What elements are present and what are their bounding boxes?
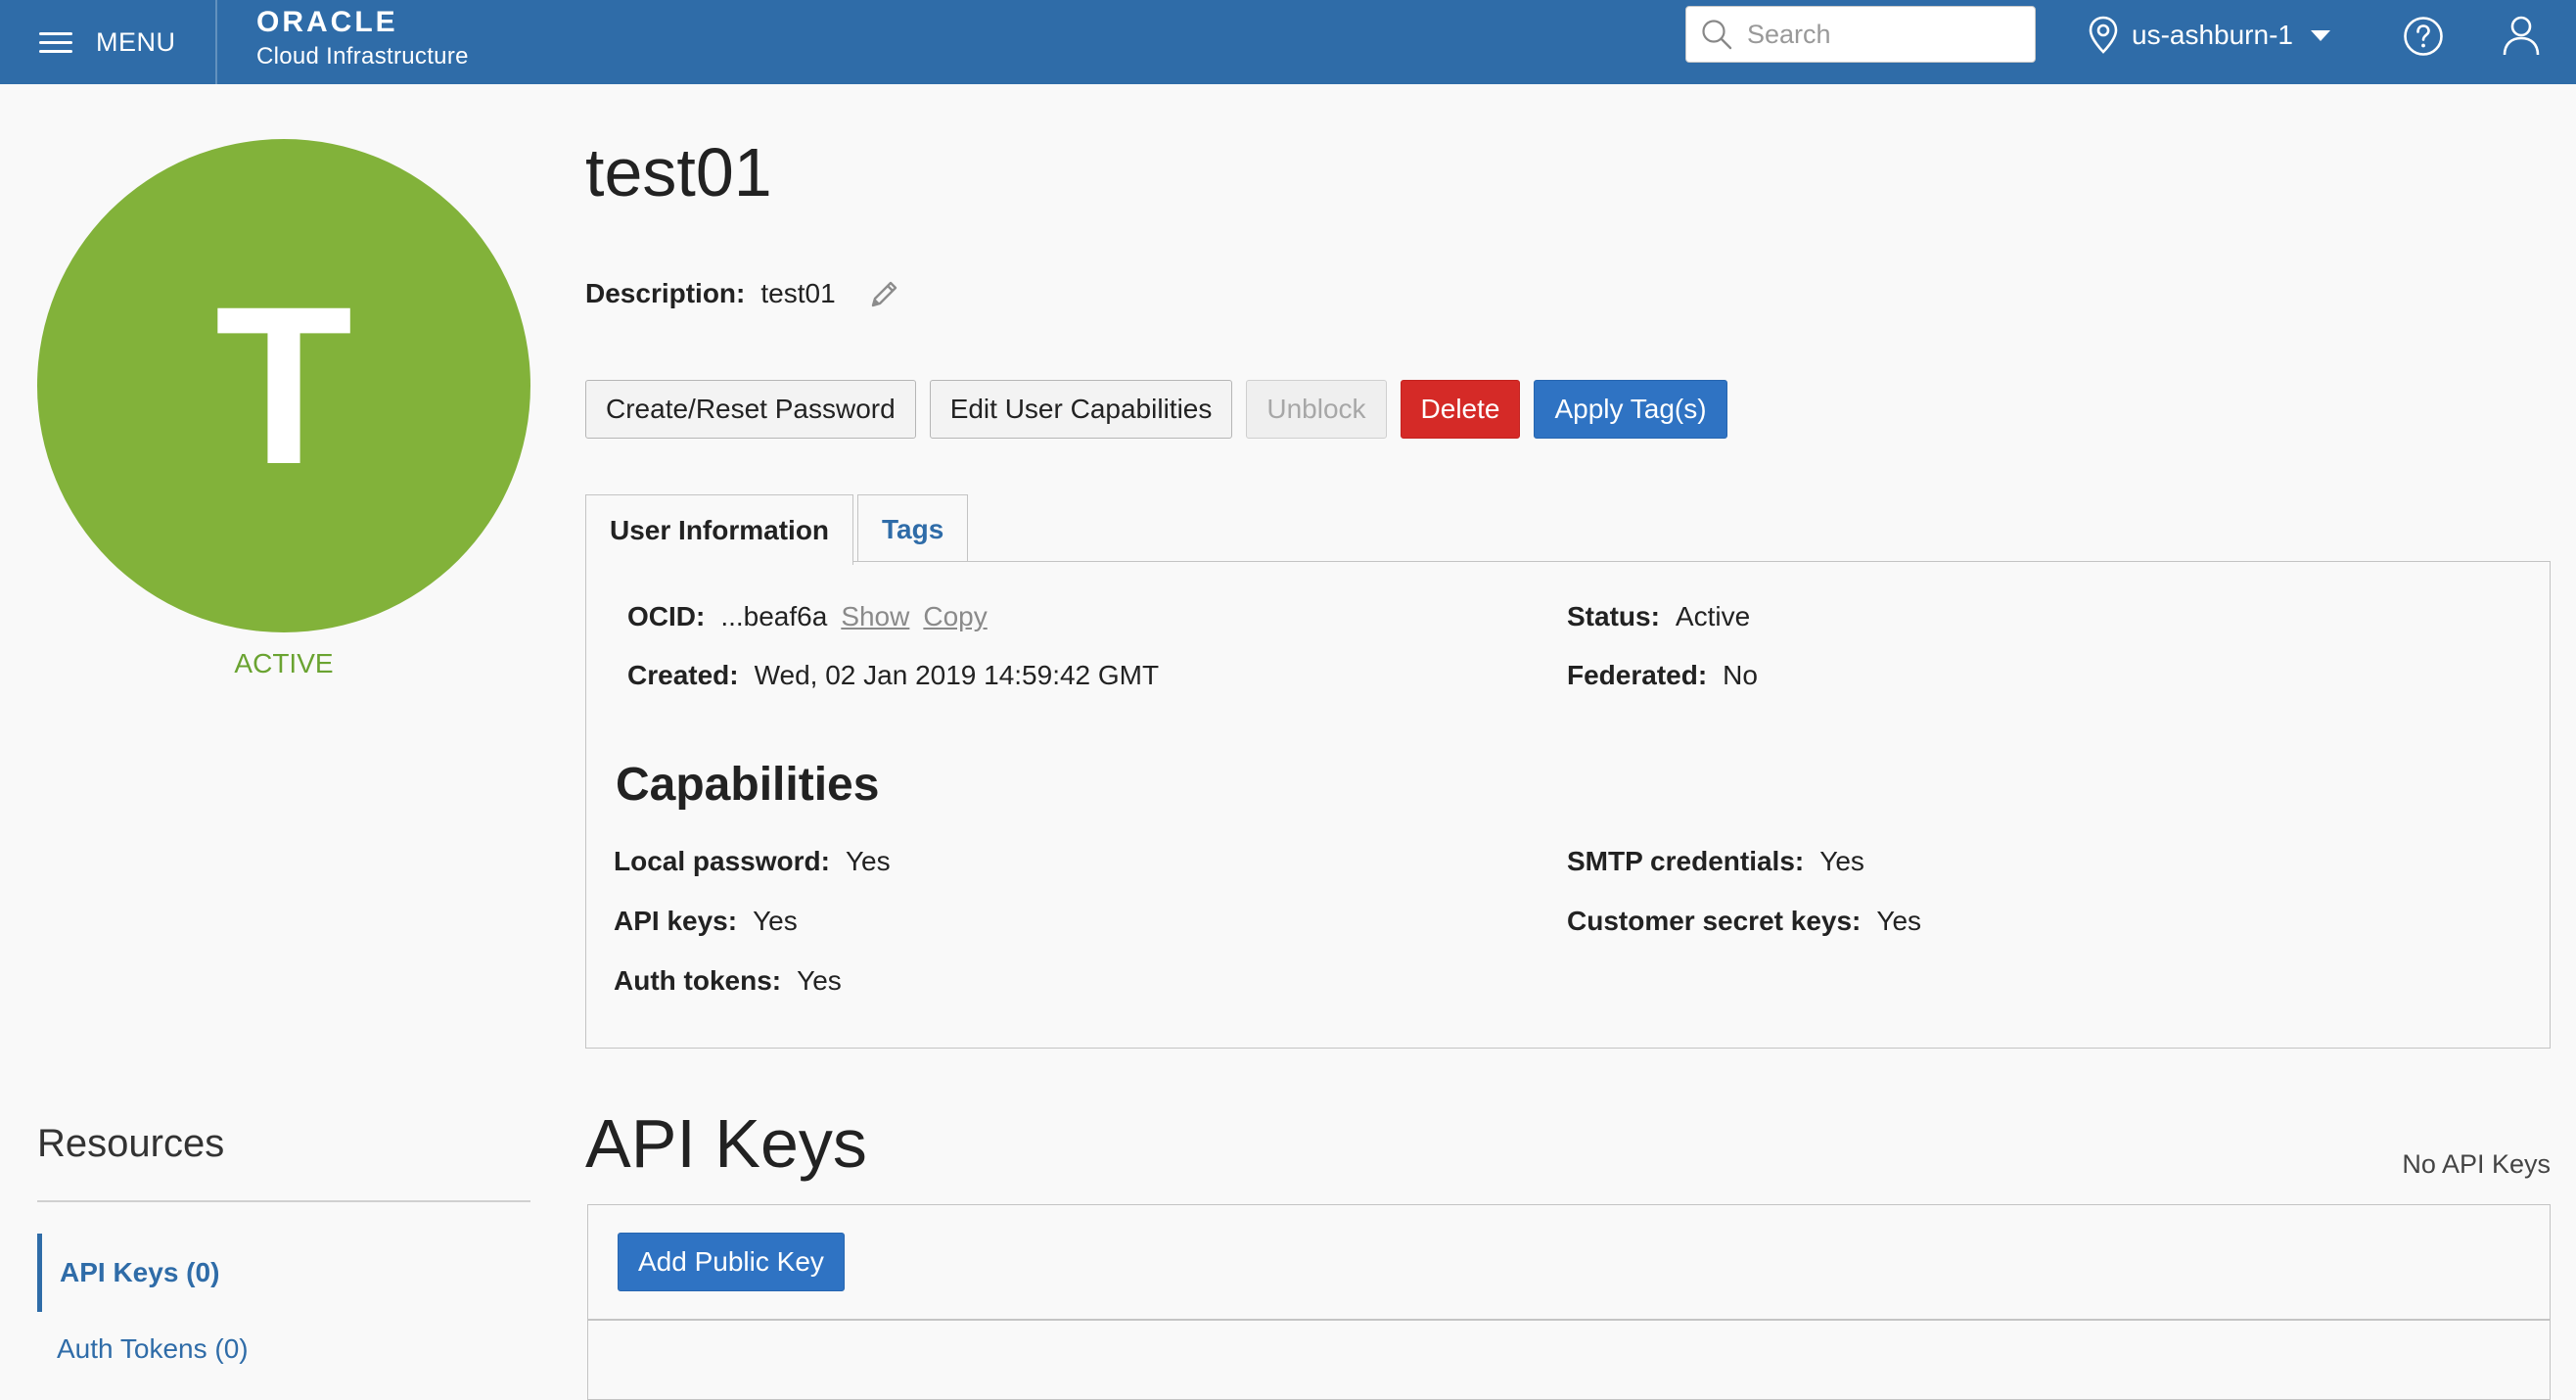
customer-secret-keys-row: Customer secret keys: Yes: [1567, 906, 1921, 937]
api-keys-empty-text: No API Keys: [2402, 1149, 2551, 1179]
user-status-label: ACTIVE: [234, 648, 334, 678]
api-keys-capability-row: API keys: Yes: [614, 906, 798, 937]
ocid-value: ...beaf6a: [720, 601, 828, 631]
create-reset-password-button[interactable]: Create/Reset Password: [585, 380, 916, 439]
user-profile-icon[interactable]: [2502, 14, 2541, 57]
menu-button[interactable]: MENU: [39, 0, 176, 84]
detail-tabs: User Information Tags: [585, 494, 972, 565]
top-navigation-bar: MENU ORACLE Cloud Infrastructure us-ashb…: [0, 0, 2576, 84]
resource-link-auth-tokens[interactable]: Auth Tokens (0): [37, 1333, 530, 1365]
region-selector[interactable]: us-ashburn-1: [2087, 0, 2330, 70]
status-label: Status:: [1567, 601, 1660, 631]
local-password-row: Local password: Yes: [614, 846, 891, 877]
chevron-down-icon: [2310, 29, 2330, 41]
hamburger-icon: [39, 30, 72, 54]
menu-label: MENU: [96, 26, 176, 57]
smtp-credentials-label: SMTP credentials:: [1567, 846, 1805, 876]
oracle-logo[interactable]: ORACLE Cloud Infrastructure: [256, 8, 469, 70]
tab-user-information[interactable]: User Information: [585, 494, 854, 565]
status-row: Status: Active: [1567, 601, 1750, 632]
description-value: test01: [760, 278, 836, 308]
smtp-credentials-row: SMTP credentials: Yes: [1567, 846, 1864, 877]
created-value: Wed, 02 Jan 2019 14:59:42 GMT: [754, 660, 1160, 690]
created-row: Created: Wed, 02 Jan 2019 14:59:42 GMT: [627, 660, 1159, 691]
auth-tokens-capability-label: Auth tokens:: [614, 965, 782, 996]
api-keys-capability-label: API keys:: [614, 906, 738, 936]
resources-heading: Resources: [37, 1122, 225, 1165]
search-box[interactable]: [1685, 6, 2036, 63]
ocid-show-link[interactable]: Show: [841, 601, 909, 632]
resource-link-api-keys[interactable]: API Keys (0): [37, 1234, 530, 1312]
local-password-value: Yes: [845, 846, 891, 876]
brand-subtitle: Cloud Infrastructure: [256, 43, 469, 70]
ocid-copy-link[interactable]: Copy: [923, 601, 987, 632]
search-icon: [1702, 20, 1732, 50]
api-keys-capability-value: Yes: [753, 906, 798, 936]
apply-tags-button[interactable]: Apply Tag(s): [1534, 380, 1727, 439]
table-divider: [588, 1319, 2550, 1321]
edit-user-capabilities-button[interactable]: Edit User Capabilities: [929, 380, 1233, 439]
description-row: Description: test01: [585, 276, 902, 311]
auth-tokens-capability-value: Yes: [797, 965, 842, 996]
help-icon[interactable]: [2403, 16, 2444, 57]
user-information-panel: OCID: ...beaf6a Show Copy Created: Wed, …: [585, 561, 2551, 1049]
page-title: test01: [585, 134, 772, 210]
api-keys-table: Add Public Key: [587, 1204, 2551, 1400]
capabilities-heading: Capabilities: [616, 759, 880, 811]
status-value: Active: [1675, 601, 1751, 631]
brand-name: ORACLE: [256, 6, 398, 38]
pencil-edit-icon[interactable]: [867, 276, 902, 311]
unblock-button[interactable]: Unblock: [1246, 380, 1387, 439]
header-divider: [215, 0, 217, 84]
region-label: us-ashburn-1: [2132, 20, 2293, 50]
user-avatar: T: [37, 139, 530, 632]
add-public-key-button[interactable]: Add Public Key: [618, 1233, 845, 1291]
customer-secret-keys-value: Yes: [1876, 906, 1922, 936]
ocid-label: OCID:: [627, 601, 706, 631]
local-password-label: Local password:: [614, 846, 830, 876]
location-pin-icon: [2089, 16, 2118, 54]
federated-value: No: [1723, 660, 1758, 690]
auth-tokens-capability-row: Auth tokens: Yes: [614, 965, 842, 997]
resources-divider: [37, 1200, 530, 1202]
ocid-row: OCID: ...beaf6a Show Copy: [627, 601, 988, 632]
federated-label: Federated:: [1567, 660, 1708, 690]
customer-secret-keys-label: Customer secret keys:: [1567, 906, 1862, 936]
description-label: Description:: [585, 278, 746, 308]
search-input[interactable]: [1745, 18, 2023, 51]
smtp-credentials-value: Yes: [1819, 846, 1864, 876]
tab-tags[interactable]: Tags: [857, 494, 969, 563]
federated-row: Federated: No: [1567, 660, 1758, 691]
action-buttons: Create/Reset Password Edit User Capabili…: [585, 380, 1741, 439]
delete-button[interactable]: Delete: [1400, 380, 1521, 439]
created-label: Created:: [627, 660, 739, 690]
api-keys-heading: API Keys: [585, 1105, 867, 1182]
